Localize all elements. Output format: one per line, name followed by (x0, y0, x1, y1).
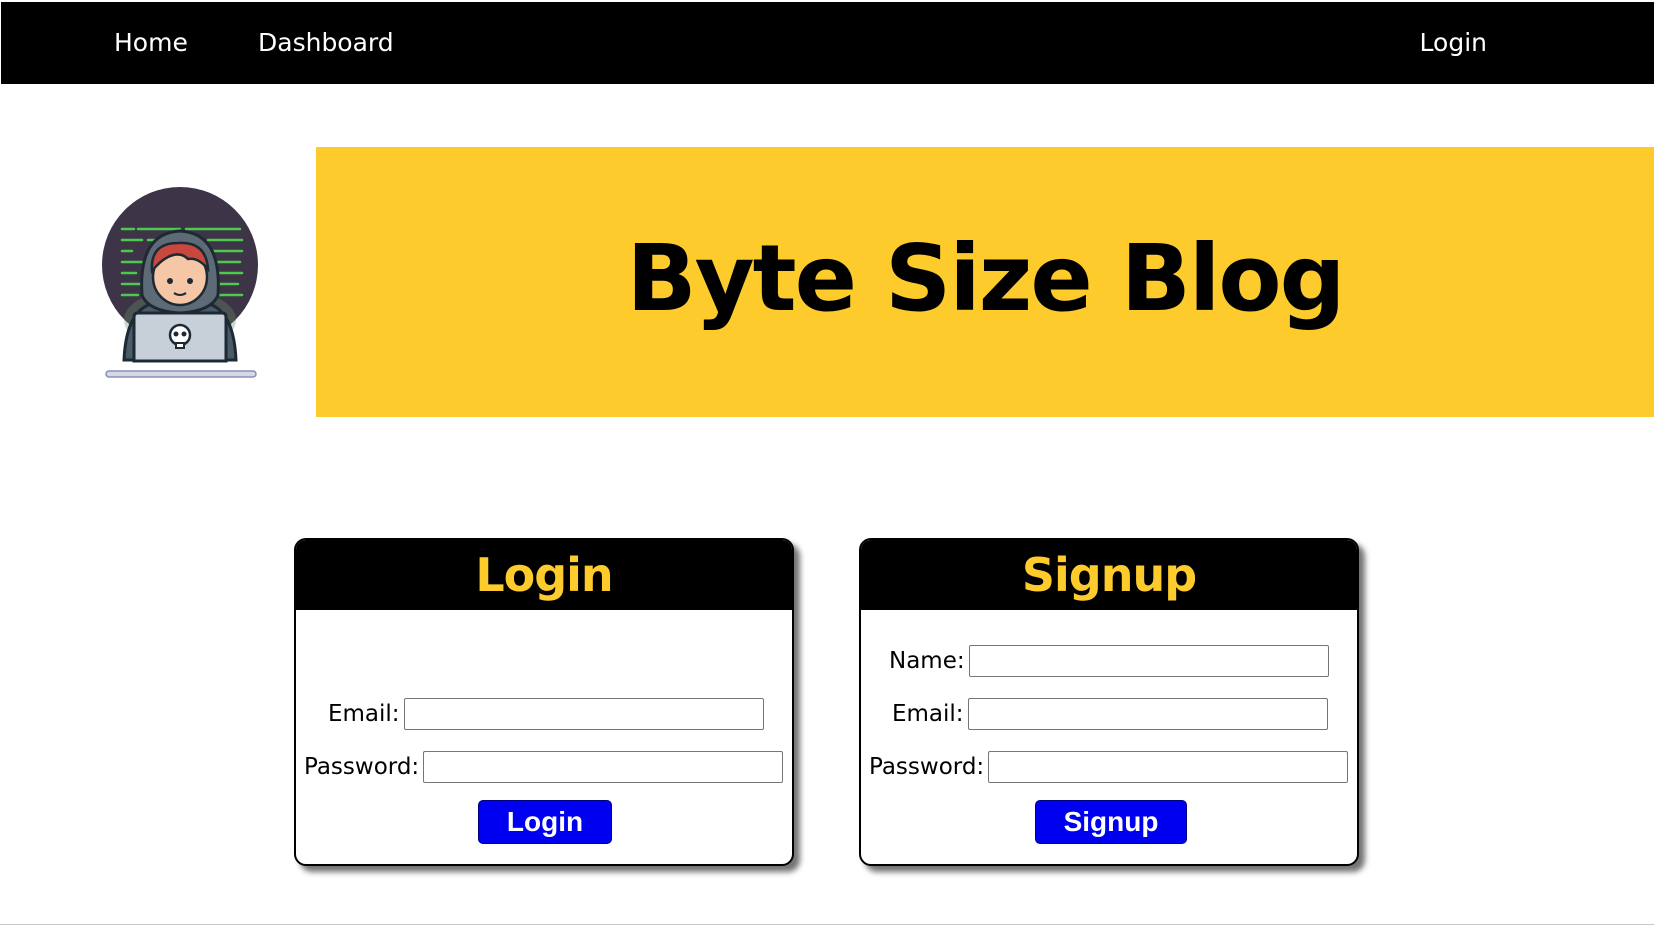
login-password-row: Password: (304, 750, 784, 784)
signup-button[interactable]: Signup (1035, 800, 1187, 844)
login-email-label: Email: (328, 701, 400, 727)
login-password-label: Password: (304, 754, 420, 780)
signup-card-title: Signup (1021, 548, 1197, 602)
nav-dashboard-link[interactable]: Dashboard (258, 2, 394, 84)
login-password-input[interactable] (423, 751, 784, 783)
signup-email-row: Email: (892, 697, 1328, 731)
signup-name-label: Name: (889, 648, 965, 674)
signup-password-label: Password: (869, 754, 985, 780)
login-card-header: Login (296, 540, 792, 610)
login-email-input[interactable] (403, 698, 764, 730)
site-banner: Byte Size Blog (316, 147, 1654, 417)
signup-email-input[interactable] (967, 698, 1328, 730)
signup-email-label: Email: (892, 701, 964, 727)
signup-name-input[interactable] (968, 645, 1329, 677)
signup-password-input[interactable] (988, 751, 1349, 783)
page-bottom-divider (0, 924, 1654, 925)
signup-card-header: Signup (861, 540, 1357, 610)
login-card-title: Login (475, 548, 613, 602)
top-navbar: Home Dashboard Login (1, 2, 1654, 84)
site-title: Byte Size Blog (626, 224, 1346, 332)
nav-home-link[interactable]: Home (114, 2, 188, 84)
signup-password-row: Password: (869, 750, 1349, 784)
nav-login-link[interactable]: Login (1420, 2, 1487, 84)
signup-name-row: Name: (889, 644, 1329, 678)
login-card: Login Email: Password: Login (294, 538, 794, 866)
hacker-laptop-icon (102, 185, 262, 385)
signup-card: Signup Name: Email: Password: Signup (859, 538, 1359, 866)
login-button[interactable]: Login (478, 800, 612, 844)
login-email-row: Email: (328, 697, 764, 731)
